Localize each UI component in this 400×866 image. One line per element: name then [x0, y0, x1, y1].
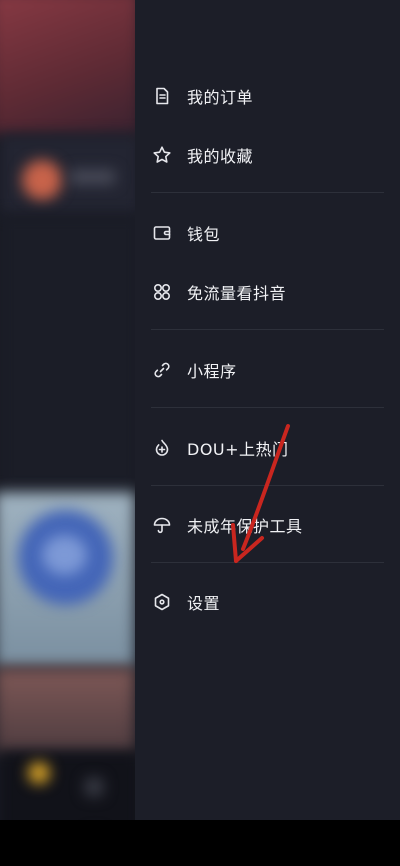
umbrella-icon	[151, 514, 173, 536]
tab-icon	[85, 778, 103, 796]
menu-item-label: 设置	[187, 594, 221, 613]
menu-item-label: 未成年保护工具	[187, 517, 303, 536]
clover-icon	[151, 281, 173, 303]
wallet-icon	[151, 222, 173, 244]
menu-divider	[151, 192, 384, 193]
menu-item-my-orders[interactable]: 我的订单	[151, 78, 381, 114]
menu-item-minor-protection[interactable]: 未成年保护工具	[151, 507, 381, 543]
feed-video-card	[0, 0, 140, 135]
system-navigation-bar	[0, 820, 400, 866]
menu-item-mini-programs[interactable]: 小程序	[151, 352, 381, 388]
menu-divider	[151, 407, 384, 408]
menu-divider	[151, 562, 384, 563]
feed-author-name	[70, 170, 115, 184]
flame-plus-icon	[151, 437, 173, 459]
menu-divider	[151, 329, 384, 330]
menu-item-wallet[interactable]: 钱包	[151, 215, 381, 251]
document-icon	[151, 85, 173, 107]
hexagon-settings-icon	[151, 591, 173, 613]
menu-item-my-favorites[interactable]: 我的收藏	[151, 137, 381, 173]
feed-avatar	[22, 160, 62, 200]
menu-item-label: 我的订单	[187, 88, 254, 107]
background-feed	[0, 0, 140, 866]
menu-item-free-data[interactable]: 免流量看抖音	[151, 274, 381, 310]
feed-thumbnail-shape	[42, 535, 87, 575]
menu-item-label: 我的收藏	[187, 147, 254, 166]
menu-item-label: DOU+上热门	[187, 440, 289, 459]
menu-divider	[151, 485, 384, 486]
link-icon	[151, 359, 173, 381]
star-icon	[151, 144, 173, 166]
menu-item-label: 免流量看抖音	[187, 284, 287, 303]
menu-item-dou-plus[interactable]: DOU+上热门	[151, 430, 381, 466]
menu-item-label: 小程序	[187, 362, 237, 381]
tab-icon	[28, 762, 50, 784]
feed-video-card	[0, 668, 135, 753]
menu-item-label: 钱包	[187, 225, 221, 244]
menu-item-settings[interactable]: 设置	[151, 584, 381, 620]
feed-section	[0, 215, 140, 490]
side-drawer-menu: 我的订单 我的收藏 钱包 免流量看抖音 小程序 DOU+上热门 未成年保护工具 …	[135, 0, 400, 820]
